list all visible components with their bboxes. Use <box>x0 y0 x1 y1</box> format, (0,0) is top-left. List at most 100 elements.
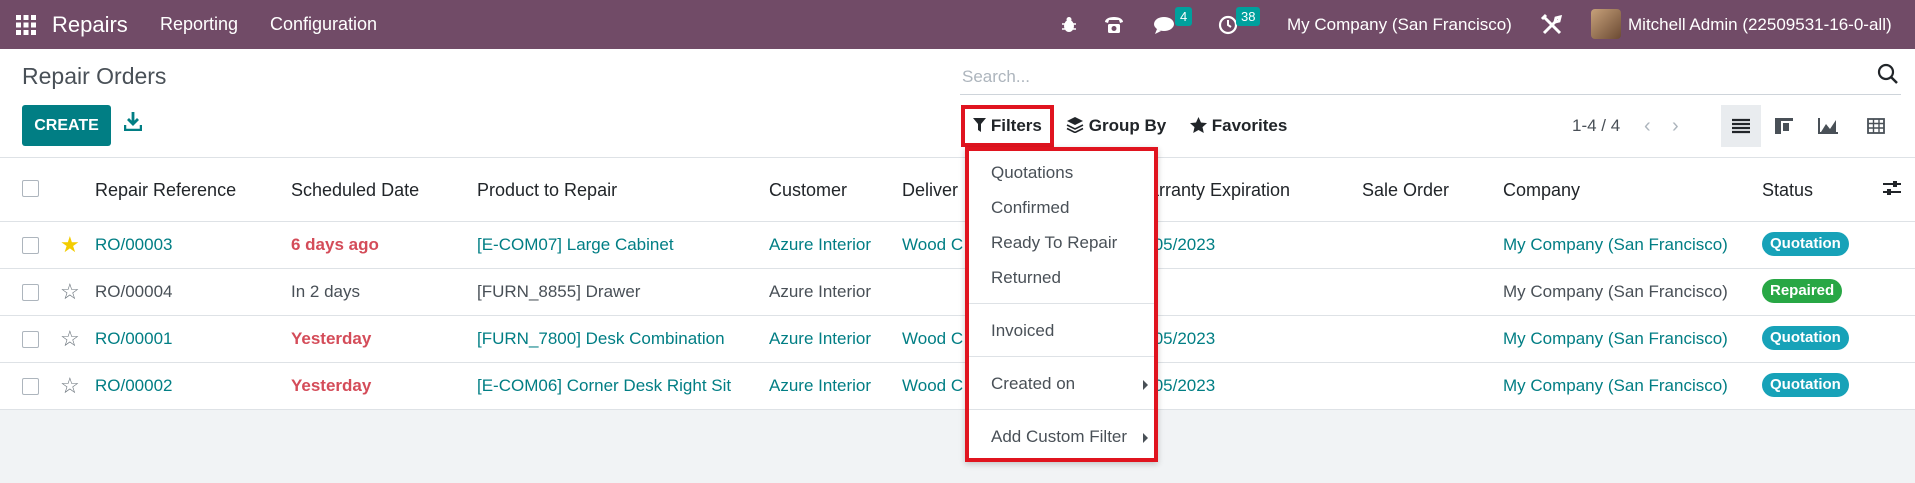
add-custom-filter[interactable]: Add Custom Filter <box>991 427 1127 447</box>
kanban-view-icon[interactable] <box>1764 105 1804 147</box>
col-header-repair-reference[interactable]: Repair Reference <box>95 180 236 201</box>
graph-view-icon[interactable] <box>1808 105 1848 147</box>
status-badge: Quotation <box>1762 326 1849 350</box>
filter-icon <box>973 118 987 132</box>
table-row[interactable]: ☆ RO/00004 In 2 days [FURN_8855] Drawer … <box>0 269 1915 316</box>
scheduled-date: Yesterday <box>291 329 372 348</box>
col-header-sale-order[interactable]: Sale Order <box>1362 180 1449 201</box>
table-row[interactable]: ☆ RO/00001 Yesterday [FURN_7800] Desk Co… <box>0 316 1915 363</box>
scheduled-date: In 2 days <box>291 282 360 301</box>
submenu-caret-icon <box>1143 380 1148 390</box>
table-header: Repair Reference Scheduled Date Product … <box>0 158 1915 222</box>
warranty-expiration: /05/2023 <box>1149 329 1216 348</box>
repair-reference[interactable]: RO/00002 <box>95 376 173 396</box>
apps-menu-icon[interactable] <box>16 0 36 49</box>
select-all-checkbox[interactable] <box>22 180 39 197</box>
delivery-address[interactable]: Wood C <box>902 376 963 396</box>
company[interactable]: My Company (San Francisco) <box>1503 282 1728 302</box>
repair-reference[interactable]: RO/00003 <box>95 235 173 255</box>
row-checkbox[interactable] <box>22 331 39 348</box>
row-checkbox[interactable] <box>22 237 39 254</box>
messages-count-badge: 4 <box>1175 7 1193 26</box>
filter-ready-to-repair[interactable]: Ready To Repair <box>991 233 1117 253</box>
user-avatar[interactable] <box>1591 9 1621 39</box>
group-by-button[interactable]: Group By <box>1066 109 1166 143</box>
col-header-customer[interactable]: Customer <box>769 180 847 201</box>
col-header-company[interactable]: Company <box>1503 180 1580 201</box>
menu-configuration[interactable]: Configuration <box>270 0 377 49</box>
scheduled-date: 6 days ago <box>291 235 379 254</box>
filters-label: Filters <box>990 116 1042 135</box>
row-checkbox[interactable] <box>22 284 39 301</box>
menu-reporting[interactable]: Reporting <box>160 0 238 49</box>
top-navbar: Repairs Reporting Configuration 4 38 My … <box>0 0 1915 49</box>
search-icon[interactable] <box>1877 63 1901 87</box>
status-badge: Quotation <box>1762 373 1849 397</box>
customer[interactable]: Azure Interior <box>769 329 871 349</box>
customer[interactable]: Azure Interior <box>769 282 871 302</box>
settings-tools-icon[interactable] <box>1540 0 1564 49</box>
page-title: Repair Orders <box>22 63 167 89</box>
filter-returned[interactable]: Returned <box>991 268 1061 288</box>
customer[interactable]: Azure Interior <box>769 235 871 255</box>
divider <box>969 356 1154 357</box>
group-by-label: Group By <box>1088 116 1167 135</box>
repair-orders-list: Repair Reference Scheduled Date Product … <box>0 158 1915 410</box>
filter-confirmed[interactable]: Confirmed <box>991 198 1069 218</box>
priority-star-icon[interactable]: ☆ <box>60 375 80 397</box>
search-input[interactable] <box>962 63 1842 91</box>
optional-columns-icon[interactable] <box>1883 180 1901 201</box>
status-badge: Quotation <box>1762 232 1849 256</box>
divider <box>969 303 1154 304</box>
divider <box>969 409 1154 410</box>
customer[interactable]: Azure Interior <box>769 376 871 396</box>
filters-button[interactable]: Filters <box>961 105 1054 147</box>
company[interactable]: My Company (San Francisco) <box>1503 376 1728 396</box>
col-header-product[interactable]: Product to Repair <box>477 180 617 201</box>
user-menu[interactable]: Mitchell Admin (22509531-16-0-all) <box>1628 0 1892 49</box>
col-header-delivery[interactable]: Deliver <box>902 180 958 201</box>
delivery-address[interactable]: Wood C <box>902 235 963 255</box>
activity-clock-icon[interactable] <box>1218 0 1238 49</box>
layers-icon <box>1066 117 1084 134</box>
warranty-expiration: /05/2023 <box>1149 376 1216 395</box>
messages-icon[interactable] <box>1153 0 1177 49</box>
download-icon[interactable] <box>122 111 144 135</box>
pager-previous-icon[interactable]: ‹ <box>1644 109 1651 143</box>
col-header-scheduled-date[interactable]: Scheduled Date <box>291 180 419 201</box>
product-to-repair[interactable]: [FURN_8855] Drawer <box>477 282 640 302</box>
repair-reference[interactable]: RO/00004 <box>95 282 173 302</box>
priority-star-icon[interactable]: ☆ <box>60 281 80 303</box>
app-name[interactable]: Repairs <box>52 0 128 49</box>
favorites-button[interactable]: Favorites <box>1190 109 1287 143</box>
filter-created-on[interactable]: Created on <box>991 374 1075 394</box>
bug-icon[interactable] <box>1060 0 1078 49</box>
col-header-warranty-expiration[interactable]: arranty Expiration <box>1149 180 1290 201</box>
row-checkbox[interactable] <box>22 378 39 395</box>
product-to-repair[interactable]: [E-COM07] Large Cabinet <box>477 235 674 255</box>
list-view-icon[interactable] <box>1721 105 1761 147</box>
delivery-address[interactable]: Wood C <box>902 329 963 349</box>
company-switcher[interactable]: My Company (San Francisco) <box>1287 0 1512 49</box>
company[interactable]: My Company (San Francisco) <box>1503 329 1728 349</box>
priority-star-icon[interactable]: ★ <box>60 234 80 256</box>
table-row[interactable]: ★ RO/00003 6 days ago [E-COM07] Large Ca… <box>0 222 1915 269</box>
col-header-status[interactable]: Status <box>1762 180 1813 201</box>
phone-icon[interactable] <box>1103 0 1125 49</box>
create-button[interactable]: CREATE <box>22 105 111 146</box>
pivot-view-icon[interactable] <box>1856 105 1896 147</box>
star-icon <box>1190 117 1207 133</box>
product-to-repair[interactable]: [FURN_7800] Desk Combination <box>477 329 725 349</box>
filter-invoiced[interactable]: Invoiced <box>991 321 1054 341</box>
scheduled-date: Yesterday <box>291 376 372 395</box>
company[interactable]: My Company (San Francisco) <box>1503 235 1728 255</box>
priority-star-icon[interactable]: ☆ <box>60 328 80 350</box>
pager-value[interactable]: 1-4 / 4 <box>1572 109 1620 143</box>
filter-quotations[interactable]: Quotations <box>991 163 1073 183</box>
warranty-expiration: /05/2023 <box>1149 235 1216 254</box>
product-to-repair[interactable]: [E-COM06] Corner Desk Right Sit <box>477 376 731 396</box>
repair-reference[interactable]: RO/00001 <box>95 329 173 349</box>
pager-next-icon[interactable]: › <box>1672 109 1679 143</box>
control-panel: Repair Orders CREATE Filters Group By Fa… <box>0 49 1915 158</box>
table-row[interactable]: ☆ RO/00002 Yesterday [E-COM06] Corner De… <box>0 363 1915 410</box>
